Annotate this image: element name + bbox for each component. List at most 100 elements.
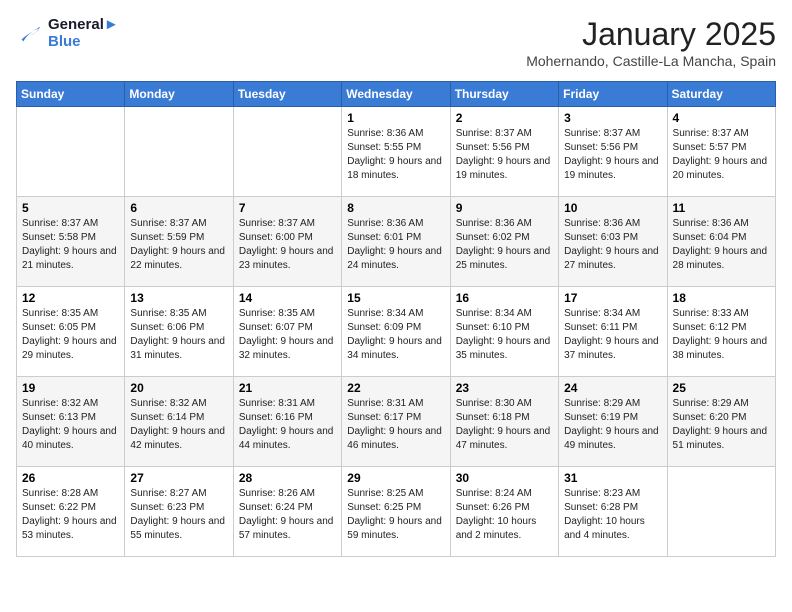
calendar-cell xyxy=(233,107,341,197)
day-number: 13 xyxy=(130,291,227,305)
day-number: 26 xyxy=(22,471,119,485)
calendar-cell: 28 Sunrise: 8:26 AMSunset: 6:24 PMDayligh… xyxy=(233,467,341,557)
calendar-cell: 16 Sunrise: 8:34 AMSunset: 6:10 PMDayligh… xyxy=(450,287,558,377)
day-info: Sunrise: 8:36 AMSunset: 6:03 PMDaylight:… xyxy=(564,217,661,273)
calendar-table: SundayMondayTuesdayWednesdayThursdayFrid… xyxy=(16,81,776,557)
day-info: Sunrise: 8:37 AMSunset: 6:00 PMDaylight:… xyxy=(239,217,336,273)
day-number: 11 xyxy=(673,201,770,215)
day-info: Sunrise: 8:29 AMSunset: 6:20 PMDaylight:… xyxy=(673,397,770,453)
calendar-cell: 29 Sunrise: 8:25 AMSunset: 6:25 PMDayligh… xyxy=(342,467,450,557)
day-number: 4 xyxy=(673,111,770,125)
day-info: Sunrise: 8:29 AMSunset: 6:19 PMDaylight:… xyxy=(564,397,661,453)
day-info: Sunrise: 8:34 AMSunset: 6:10 PMDaylight:… xyxy=(456,307,553,363)
day-info: Sunrise: 8:32 AMSunset: 6:14 PMDaylight:… xyxy=(130,397,227,453)
calendar-cell: 8Sunrise: 8:36 AMSunset: 6:01 PMDaylight… xyxy=(342,197,450,287)
calendar-cell: 22Sunrise: 8:31 AMSunset: 6:17 PMDayligh… xyxy=(342,377,450,467)
calendar-cell: 11 Sunrise: 8:36 AMSunset: 6:04 PMDayligh… xyxy=(667,197,775,287)
calendar-cell xyxy=(667,467,775,557)
day-number: 30 xyxy=(456,471,553,485)
day-info: Sunrise: 8:36 AMSunset: 5:55 PMDaylight:… xyxy=(347,127,444,183)
weekday-header: Tuesday xyxy=(233,82,341,107)
day-info: Sunrise: 8:36 AMSunset: 6:01 PMDaylight:… xyxy=(347,217,444,273)
day-info: Sunrise: 8:30 AMSunset: 6:18 PMDaylight:… xyxy=(456,397,553,453)
day-info: Sunrise: 8:35 AMSunset: 6:07 PMDaylight:… xyxy=(239,307,336,363)
day-number: 6 xyxy=(130,201,227,215)
calendar-cell: 23 Sunrise: 8:30 AMSunset: 6:18 PMDayligh… xyxy=(450,377,558,467)
calendar-week-row: 1 Sunrise: 8:36 AMSunset: 5:55 PMDaylight… xyxy=(17,107,776,197)
day-number: 7 xyxy=(239,201,336,215)
day-info: Sunrise: 8:37 AMSunset: 5:56 PMDaylight:… xyxy=(456,127,553,183)
day-number: 25 xyxy=(673,381,770,395)
day-info: Sunrise: 8:26 AMSunset: 6:24 PMDaylight:… xyxy=(239,487,336,543)
calendar-cell: 2 Sunrise: 8:37 AMSunset: 5:56 PMDaylight… xyxy=(450,107,558,197)
logo: General► Blue xyxy=(16,16,119,50)
calendar-cell: 15 Sunrise: 8:34 AMSunset: 6:09 PMDayligh… xyxy=(342,287,450,377)
calendar-cell: 3 Sunrise: 8:37 AMSunset: 5:56 PMDaylight… xyxy=(559,107,667,197)
weekday-header: Wednesday xyxy=(342,82,450,107)
day-number: 19 xyxy=(22,381,119,395)
day-info: Sunrise: 8:34 AMSunset: 6:11 PMDaylight:… xyxy=(564,307,661,363)
day-number: 23 xyxy=(456,381,553,395)
calendar-cell: 7 Sunrise: 8:37 AMSunset: 6:00 PMDaylight… xyxy=(233,197,341,287)
calendar-cell: 10 Sunrise: 8:36 AMSunset: 6:03 PMDayligh… xyxy=(559,197,667,287)
calendar-cell: 20Sunrise: 8:32 AMSunset: 6:14 PMDayligh… xyxy=(125,377,233,467)
day-number: 12 xyxy=(22,291,119,305)
day-info: Sunrise: 8:32 AMSunset: 6:13 PMDaylight:… xyxy=(22,397,119,453)
calendar-cell: 26 Sunrise: 8:28 AMSunset: 6:22 PMDayligh… xyxy=(17,467,125,557)
calendar-cell: 14 Sunrise: 8:35 AMSunset: 6:07 PMDayligh… xyxy=(233,287,341,377)
day-number: 17 xyxy=(564,291,661,305)
day-number: 18 xyxy=(673,291,770,305)
day-info: Sunrise: 8:24 AMSunset: 6:26 PMDaylight:… xyxy=(456,487,553,543)
day-info: Sunrise: 8:37 AMSunset: 5:58 PMDaylight:… xyxy=(22,217,119,273)
calendar-cell: 5 Sunrise: 8:37 AMSunset: 5:58 PMDaylight… xyxy=(17,197,125,287)
calendar-cell: 21Sunrise: 8:31 AMSunset: 6:16 PMDayligh… xyxy=(233,377,341,467)
month-title: January 2025 xyxy=(526,16,776,53)
day-number: 31 xyxy=(564,471,661,485)
calendar-cell: 19 Sunrise: 8:32 AMSunset: 6:13 PMDayligh… xyxy=(17,377,125,467)
day-info: Sunrise: 8:25 AMSunset: 6:25 PMDaylight:… xyxy=(347,487,444,543)
calendar-cell xyxy=(125,107,233,197)
calendar-cell: 6 Sunrise: 8:37 AMSunset: 5:59 PMDaylight… xyxy=(125,197,233,287)
day-number: 29 xyxy=(347,471,444,485)
day-info: Sunrise: 8:37 AMSunset: 5:56 PMDaylight:… xyxy=(564,127,661,183)
calendar-week-row: 12 Sunrise: 8:35 AMSunset: 6:05 PMDayligh… xyxy=(17,287,776,377)
calendar-week-row: 26 Sunrise: 8:28 AMSunset: 6:22 PMDayligh… xyxy=(17,467,776,557)
page-header: General► Blue January 2025 Mohernando, C… xyxy=(16,16,776,69)
weekday-header: Friday xyxy=(559,82,667,107)
day-number: 15 xyxy=(347,291,444,305)
calendar-week-row: 5 Sunrise: 8:37 AMSunset: 5:58 PMDaylight… xyxy=(17,197,776,287)
day-info: Sunrise: 8:34 AMSunset: 6:09 PMDaylight:… xyxy=(347,307,444,363)
weekday-header: Monday xyxy=(125,82,233,107)
calendar-header-row: SundayMondayTuesdayWednesdayThursdayFrid… xyxy=(17,82,776,107)
calendar-cell: 17 Sunrise: 8:34 AMSunset: 6:11 PMDayligh… xyxy=(559,287,667,377)
day-number: 16 xyxy=(456,291,553,305)
day-info: Sunrise: 8:23 AMSunset: 6:28 PMDaylight:… xyxy=(564,487,661,543)
day-number: 2 xyxy=(456,111,553,125)
title-block: January 2025 Mohernando, Castille-La Man… xyxy=(526,16,776,69)
day-number: 3 xyxy=(564,111,661,125)
day-info: Sunrise: 8:36 AMSunset: 6:04 PMDaylight:… xyxy=(673,217,770,273)
calendar-cell: 9Sunrise: 8:36 AMSunset: 6:02 PMDaylight… xyxy=(450,197,558,287)
calendar-cell: 30 Sunrise: 8:24 AMSunset: 6:26 PMDayligh… xyxy=(450,467,558,557)
day-number: 10 xyxy=(564,201,661,215)
weekday-header: Sunday xyxy=(17,82,125,107)
calendar-cell: 12 Sunrise: 8:35 AMSunset: 6:05 PMDayligh… xyxy=(17,287,125,377)
day-info: Sunrise: 8:35 AMSunset: 6:05 PMDaylight:… xyxy=(22,307,119,363)
day-number: 1 xyxy=(347,111,444,125)
day-info: Sunrise: 8:37 AMSunset: 5:59 PMDaylight:… xyxy=(130,217,227,273)
calendar-cell: 4 Sunrise: 8:37 AMSunset: 5:57 PMDaylight… xyxy=(667,107,775,197)
day-info: Sunrise: 8:37 AMSunset: 5:57 PMDaylight:… xyxy=(673,127,770,183)
calendar-cell: 18Sunrise: 8:33 AMSunset: 6:12 PMDayligh… xyxy=(667,287,775,377)
day-number: 9 xyxy=(456,201,553,215)
day-info: Sunrise: 8:35 AMSunset: 6:06 PMDaylight:… xyxy=(130,307,227,363)
calendar-cell: 24Sunrise: 8:29 AMSunset: 6:19 PMDayligh… xyxy=(559,377,667,467)
day-number: 21 xyxy=(239,381,336,395)
day-info: Sunrise: 8:28 AMSunset: 6:22 PMDaylight:… xyxy=(22,487,119,543)
day-number: 14 xyxy=(239,291,336,305)
calendar-cell xyxy=(17,107,125,197)
logo-bird-icon xyxy=(16,19,44,47)
calendar-cell: 13 Sunrise: 8:35 AMSunset: 6:06 PMDayligh… xyxy=(125,287,233,377)
location: Mohernando, Castille-La Mancha, Spain xyxy=(526,53,776,69)
day-number: 5 xyxy=(22,201,119,215)
day-number: 28 xyxy=(239,471,336,485)
